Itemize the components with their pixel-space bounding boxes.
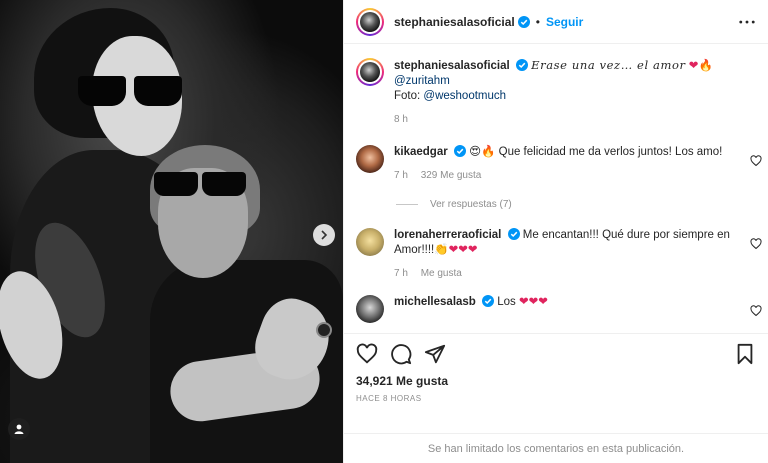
- chevron-right-icon: [321, 230, 328, 240]
- heart-icon[interactable]: [750, 305, 762, 317]
- caption-author-avatar[interactable]: [356, 58, 384, 86]
- comment-emoji: ❤❤❤: [518, 296, 548, 308]
- comment-likes[interactable]: 329 Me gusta: [421, 170, 482, 181]
- fire-emoji-icon: 🔥: [698, 60, 713, 72]
- author-username[interactable]: stephaniesalasoficial: [394, 15, 515, 29]
- post-header: stephaniesalasoficial • Seguir: [344, 0, 768, 44]
- separator-dot: •: [535, 14, 540, 29]
- post-side-panel: stephaniesalasoficial • Seguir stephanie…: [343, 0, 768, 463]
- view-replies-label: Ver respuestas (7): [430, 199, 512, 210]
- comment-item: michellesalasb Los ❤❤❤: [344, 295, 768, 323]
- verified-badge-icon: [517, 15, 530, 28]
- verified-badge-icon: [482, 295, 495, 307]
- verified-badge-icon: [515, 59, 528, 71]
- comments-limited-notice: Se han limitado los comentarios en esta …: [344, 433, 768, 463]
- share-button[interactable]: [424, 343, 446, 365]
- comment-text: Los: [497, 296, 516, 308]
- comment-item: lorenaherreraoficial Me encantan!!! Qué …: [344, 228, 768, 281]
- instagram-post-dialog: stephaniesalasoficial • Seguir stephanie…: [0, 0, 768, 463]
- tagged-users-button[interactable]: [8, 418, 30, 440]
- post-actions-bar: [344, 334, 768, 374]
- comment-text: Que felicidad me da verlos juntos! Los a…: [498, 146, 723, 158]
- replies-divider: [396, 204, 418, 205]
- heart-icon: [356, 343, 378, 364]
- photo-ring: [316, 322, 332, 338]
- commenter-avatar[interactable]: [356, 295, 384, 323]
- caption-username[interactable]: stephaniesalasoficial: [394, 60, 510, 72]
- caption-text: 𝐸𝑟𝑎𝑠𝑒 𝑢𝑛𝑎 𝑣𝑒𝑧… 𝑒𝑙 𝑎𝑚𝑜𝑟: [531, 58, 686, 72]
- comment-item: kikaedgar 😍🔥 Que felicidad me da verlos …: [344, 145, 768, 183]
- heart-icon[interactable]: [750, 238, 762, 250]
- comment-likes[interactable]: Me gusta: [421, 268, 462, 279]
- comment-time: 7 h: [394, 268, 408, 279]
- comment-emoji: 👏❤❤❤: [434, 244, 478, 256]
- caption-photo-prefix: Foto:: [394, 90, 424, 102]
- heart-icon[interactable]: [750, 155, 762, 167]
- verified-badge-icon: [507, 228, 520, 240]
- verified-badge-icon: [453, 145, 466, 157]
- post-timestamp: HACE 8 HORAS: [356, 394, 422, 403]
- caption-photo-credit[interactable]: @weshootmuch: [423, 90, 506, 102]
- heart-emoji-icon: ❤: [688, 60, 699, 72]
- comment-username[interactable]: michellesalasb: [394, 296, 476, 308]
- like-button[interactable]: [356, 343, 378, 365]
- post-caption: stephaniesalasoficial 𝐸𝑟𝑎𝑠𝑒 𝑢𝑛𝑎 𝑣𝑒𝑧… 𝑒𝑙 …: [344, 44, 768, 127]
- caption-mention[interactable]: @zuritahm: [394, 74, 713, 89]
- comment-icon: [391, 344, 412, 365]
- likes-count[interactable]: 34,921 Me gusta: [344, 374, 768, 388]
- comment-time: 7 h: [394, 170, 408, 181]
- bookmark-icon: [737, 343, 753, 365]
- commenter-avatar[interactable]: [356, 228, 384, 256]
- comment-username[interactable]: lorenaherreraoficial: [394, 229, 501, 241]
- more-options-icon: [739, 20, 755, 23]
- save-button[interactable]: [734, 343, 756, 365]
- more-options-button[interactable]: [738, 13, 756, 31]
- commenter-avatar[interactable]: [356, 145, 384, 173]
- comments-section[interactable]: stephaniesalasoficial 𝐸𝑟𝑎𝑠𝑒 𝑢𝑛𝑎 𝑣𝑒𝑧… 𝑒𝑙 …: [344, 44, 768, 334]
- view-replies-button[interactable]: Ver respuestas (7): [344, 199, 768, 210]
- comment-username[interactable]: kikaedgar: [394, 146, 448, 158]
- photo-woman-sunglasses: [78, 76, 188, 110]
- caption-time: 8 h: [394, 114, 408, 125]
- tag-user-icon: [14, 424, 24, 434]
- author-avatar[interactable]: [356, 7, 384, 36]
- follow-button[interactable]: Seguir: [546, 15, 583, 29]
- comment-emoji: 😍🔥: [469, 146, 496, 158]
- photo-man-sunglasses: [150, 172, 250, 198]
- comment-button[interactable]: [390, 343, 412, 365]
- share-icon: [424, 344, 446, 364]
- carousel-next-button[interactable]: [313, 224, 335, 246]
- post-photo: [0, 0, 343, 463]
